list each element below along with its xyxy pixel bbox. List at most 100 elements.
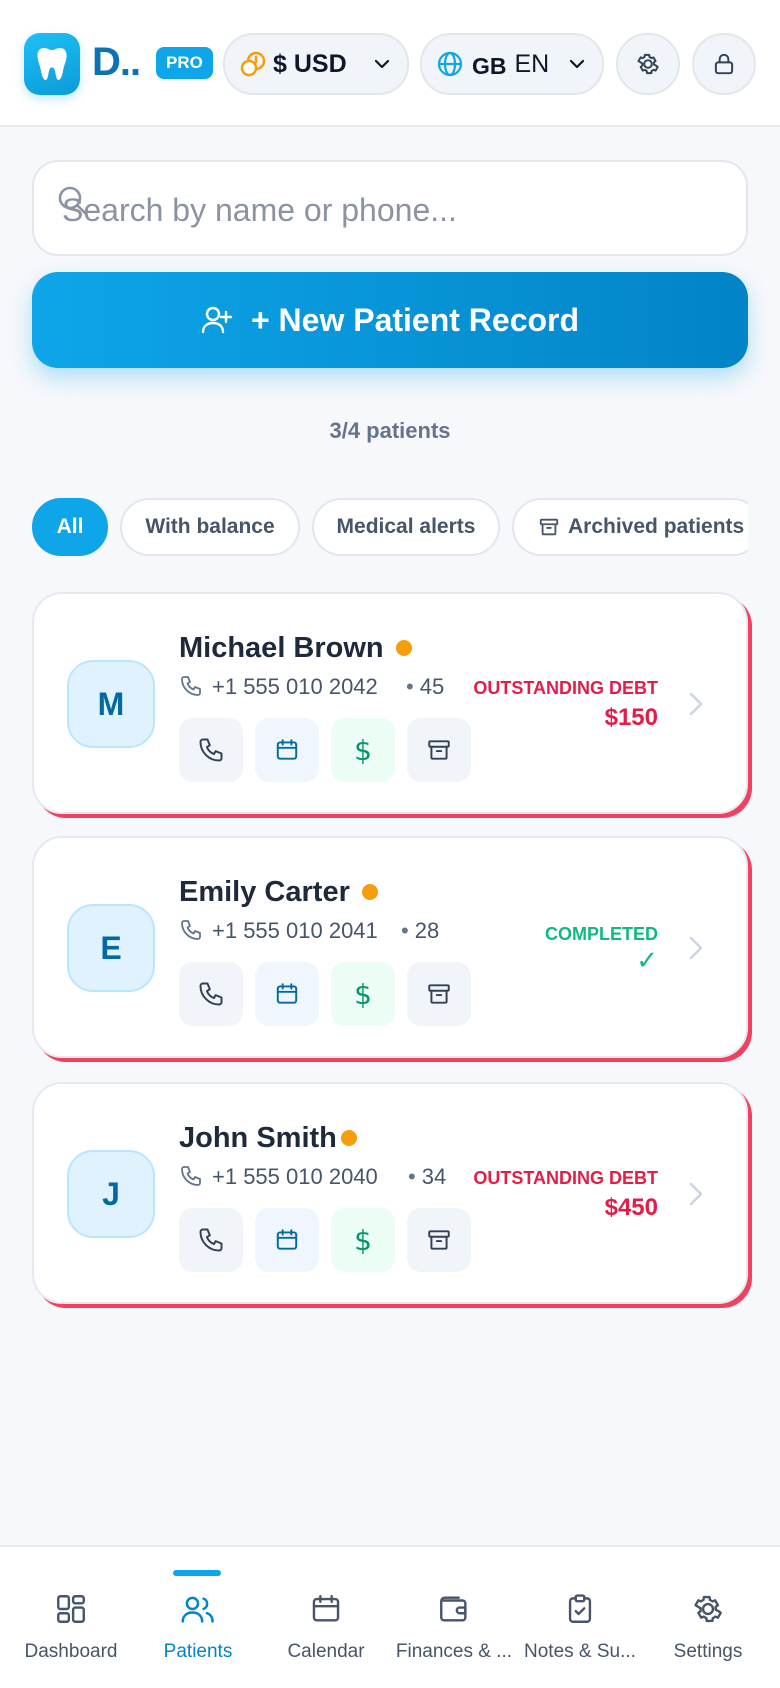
nav-finances[interactable]: Finances & ... [389, 1547, 519, 1688]
clipboard-check-icon [563, 1589, 597, 1629]
filter-medical-alerts[interactable]: Medical alerts [312, 498, 500, 556]
patient-phone: +1 555 010 2042 [212, 674, 378, 699]
payment-button[interactable]: $ [331, 718, 395, 782]
settings-button[interactable] [616, 33, 680, 95]
calendar-icon [309, 1589, 343, 1629]
payment-button[interactable]: $ [331, 962, 395, 1026]
nav-label: Settings [673, 1641, 743, 1662]
nav-patients[interactable]: Patients [133, 1547, 263, 1688]
archive-button[interactable] [407, 1208, 471, 1272]
status-label: OUTSTANDING DEBT [473, 1168, 658, 1188]
archive-icon [426, 981, 452, 1007]
lock-button[interactable] [692, 33, 756, 95]
patient-card[interactable]: E Emily Carter +1 555 010 2041 28 $ COMP… [32, 836, 748, 1058]
currency-selector[interactable]: $ USD [223, 33, 409, 95]
search-input[interactable] [62, 182, 722, 238]
status-label: COMPLETED [544, 924, 658, 944]
lock-icon [711, 51, 737, 77]
calendar-icon [274, 981, 300, 1007]
phone-icon [197, 980, 225, 1008]
call-button[interactable] [179, 718, 243, 782]
nav-label: Patients [163, 1641, 233, 1662]
nav-label: Finances & ... [395, 1641, 513, 1662]
pro-badge: PRO [156, 47, 213, 79]
patient-count: 3/4 patients [329, 418, 451, 443]
call-button[interactable] [179, 1208, 243, 1272]
calendar-icon [274, 1227, 300, 1253]
nav-dashboard[interactable]: Dashboard [6, 1547, 136, 1688]
archive-button[interactable] [407, 718, 471, 782]
nav-label: Notes & Su... [524, 1641, 636, 1662]
avatar: M [67, 660, 155, 748]
balance-amount: $150 [604, 704, 658, 731]
filter-archived-patients[interactable]: Archived patients [512, 498, 748, 556]
status-dot [396, 640, 412, 656]
avatar: E [67, 904, 155, 992]
filter-all[interactable]: All [32, 498, 108, 556]
nav-settings[interactable]: Settings [643, 1547, 773, 1688]
patient-age: 28 [401, 918, 439, 944]
users-icon [180, 1589, 216, 1629]
new-patient-button[interactable]: + New Patient Record [32, 272, 748, 368]
app-header: D.. PRO $ USD GB EN [0, 0, 780, 127]
phone-icon [179, 1164, 203, 1193]
user-plus-icon [201, 304, 233, 336]
chevron-right-icon [686, 1180, 706, 1213]
status-dot [362, 884, 378, 900]
archive-icon [538, 516, 560, 538]
language-selector[interactable]: GB EN [420, 33, 604, 95]
patient-card[interactable]: J John Smith +1 555 010 2040 34 $ OUTSTA… [32, 1082, 748, 1304]
wallet-icon [437, 1589, 471, 1629]
patient-phone: +1 555 010 2041 [212, 918, 378, 943]
app-name: D.. [92, 40, 141, 84]
calendar-icon [274, 737, 300, 763]
dollar-icon: $ [354, 733, 372, 767]
language-code: EN [514, 49, 550, 78]
coins-icon [239, 50, 267, 78]
dollar-icon: $ [354, 977, 372, 1011]
patient-name: Emily Carter [179, 876, 350, 908]
schedule-button[interactable] [255, 718, 319, 782]
status-dot [341, 1130, 357, 1146]
grid-icon [54, 1589, 88, 1629]
chevron-down-icon [568, 55, 586, 73]
archive-icon [426, 1227, 452, 1253]
patient-name: John Smith [179, 1122, 337, 1154]
chevron-right-icon [686, 934, 706, 967]
phone-icon [179, 674, 203, 703]
dollar-icon: $ [354, 1223, 372, 1257]
phone-icon [197, 1226, 225, 1254]
archive-icon [426, 737, 452, 763]
balance-amount: $450 [604, 1194, 658, 1221]
nav-label: Calendar [287, 1641, 365, 1662]
nav-label: Dashboard [24, 1641, 118, 1662]
nav-calendar[interactable]: Calendar [261, 1547, 391, 1688]
chevron-down-icon [373, 55, 391, 73]
chevron-right-icon [686, 690, 706, 723]
language-flag: GB [472, 52, 507, 79]
call-button[interactable] [179, 962, 243, 1026]
globe-icon [436, 50, 464, 78]
schedule-button[interactable] [255, 1208, 319, 1272]
patient-card[interactable]: M Michael Brown +1 555 010 2042 45 $ OUT… [32, 592, 748, 814]
filter-chips: All With balance Medical alerts Archived… [32, 498, 748, 558]
bottom-nav: Dashboard Patients Calendar Finances & .… [0, 1545, 780, 1688]
phone-icon [179, 918, 203, 947]
patient-age: 45 [406, 674, 444, 700]
currency-label: $ USD [273, 49, 347, 78]
patient-phone: +1 555 010 2040 [212, 1164, 378, 1189]
gear-icon [635, 51, 661, 77]
status-label: OUTSTANDING DEBT [473, 678, 658, 698]
filter-with-balance[interactable]: With balance [120, 498, 300, 556]
payment-button[interactable]: $ [331, 1208, 395, 1272]
patient-age: 34 [408, 1164, 446, 1190]
schedule-button[interactable] [255, 962, 319, 1026]
tooth-logo-icon [24, 33, 80, 95]
archive-button[interactable] [407, 962, 471, 1026]
filter-archived-label: Archived patients [568, 515, 745, 538]
new-patient-label: + New Patient Record [250, 301, 580, 338]
patient-name: Michael Brown [179, 632, 384, 664]
search-box[interactable] [32, 160, 748, 256]
phone-icon [197, 736, 225, 764]
nav-notes[interactable]: Notes & Su... [515, 1547, 645, 1688]
